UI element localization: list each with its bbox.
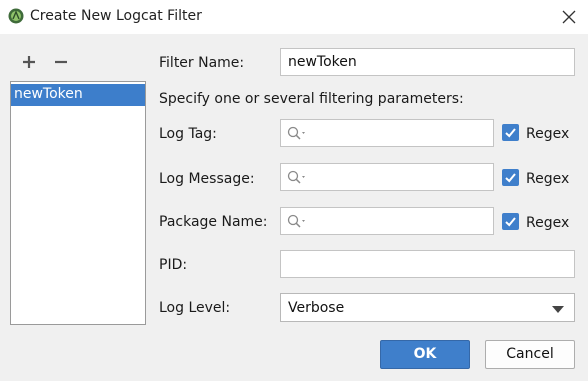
close-button[interactable] bbox=[556, 4, 582, 30]
log-message-regex-checkbox[interactable] bbox=[502, 169, 519, 186]
filter-name-value: newToken bbox=[288, 54, 357, 70]
remove-filter-button[interactable] bbox=[51, 52, 71, 72]
package-name-regex-label: Regex bbox=[526, 215, 570, 231]
ok-button[interactable]: OK bbox=[380, 340, 470, 369]
title-bar: Create New Logcat Filter bbox=[0, 0, 588, 34]
log-message-field[interactable] bbox=[280, 163, 494, 191]
filter-list-item[interactable]: newToken bbox=[11, 84, 145, 106]
search-icon[interactable] bbox=[287, 214, 309, 234]
log-message-regex-label: Regex bbox=[526, 171, 570, 187]
log-level-label: Log Level: bbox=[159, 300, 231, 316]
log-tag-field[interactable] bbox=[280, 119, 494, 147]
checkmark-icon bbox=[505, 128, 516, 138]
window-title: Create New Logcat Filter bbox=[30, 8, 202, 24]
checkmark-icon bbox=[505, 217, 516, 227]
close-icon bbox=[562, 10, 576, 24]
package-name-label: Package Name: bbox=[159, 214, 268, 230]
log-tag-regex-checkbox[interactable] bbox=[502, 124, 519, 141]
search-icon[interactable] bbox=[287, 170, 309, 190]
pid-label: PID: bbox=[159, 257, 188, 273]
add-filter-button[interactable] bbox=[19, 52, 39, 72]
android-studio-icon bbox=[8, 8, 24, 24]
pid-field[interactable] bbox=[280, 250, 575, 278]
log-message-label: Log Message: bbox=[159, 171, 255, 187]
filter-name-field[interactable]: newToken bbox=[280, 48, 575, 76]
checkmark-icon bbox=[505, 173, 516, 183]
log-tag-label: Log Tag: bbox=[159, 126, 217, 142]
log-tag-regex-label: Regex bbox=[526, 126, 570, 142]
package-name-field[interactable] bbox=[280, 207, 494, 235]
log-level-value: Verbose bbox=[288, 300, 345, 316]
package-name-regex-checkbox[interactable] bbox=[502, 213, 519, 230]
filter-list-item-label: newToken bbox=[14, 86, 83, 102]
plus-icon bbox=[23, 56, 35, 68]
cancel-button[interactable]: Cancel bbox=[485, 340, 575, 369]
filter-list[interactable]: newToken bbox=[10, 81, 146, 325]
log-level-select[interactable]: Verbose bbox=[280, 293, 575, 322]
minus-icon bbox=[55, 60, 67, 64]
filter-params-hint: Specify one or several filtering paramet… bbox=[159, 91, 464, 107]
filter-name-label: Filter Name: bbox=[159, 55, 245, 71]
chevron-down-icon bbox=[552, 306, 564, 313]
search-icon[interactable] bbox=[287, 126, 309, 146]
